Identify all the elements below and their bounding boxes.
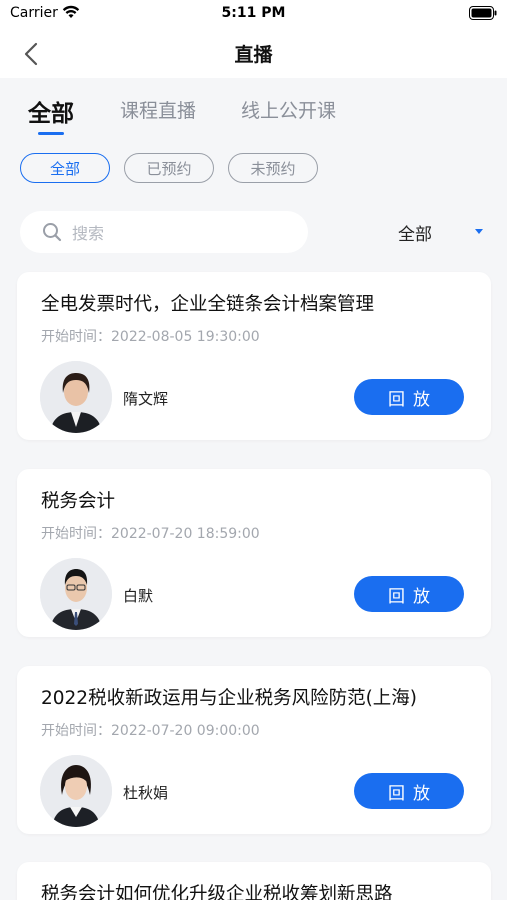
course-card[interactable]: 税务会计 开始时间：2022-07-20 18:59:00 白默 回放 bbox=[17, 469, 491, 637]
course-card[interactable]: 2022税收新政运用与企业税务风险防范(上海) 开始时间：2022-07-20 … bbox=[17, 666, 491, 834]
course-title: 税务会计 bbox=[41, 491, 116, 512]
speaker-photo-icon bbox=[40, 361, 112, 433]
avatar bbox=[40, 755, 112, 827]
active-tab-indicator bbox=[38, 132, 64, 135]
tab-course-live[interactable]: 课程直播 bbox=[120, 96, 196, 123]
filter-dropdown[interactable]: 全部 bbox=[398, 220, 432, 245]
course-start-time: 开始时间：2022-07-20 18:59:00 bbox=[41, 526, 260, 542]
course-title: 2022税收新政运用与企业税务风险防范(上海) bbox=[41, 688, 418, 709]
search-icon bbox=[43, 223, 62, 242]
tab-all[interactable]: 全部 bbox=[28, 94, 74, 128]
course-title: 全电发票时代，企业全链条会计档案管理 bbox=[41, 294, 375, 315]
status-bar: Carrier 5:11 PM bbox=[0, 0, 507, 28]
avatar bbox=[40, 361, 112, 433]
replay-button[interactable]: 回放 bbox=[354, 773, 464, 809]
course-start-time: 开始时间：2022-07-20 09:00:00 bbox=[41, 723, 260, 739]
page-title: 直播 bbox=[234, 44, 273, 66]
search-input[interactable]: 搜索 bbox=[20, 211, 308, 253]
nav-bar: 直播 bbox=[0, 28, 507, 78]
chip-booked[interactable]: 已预约 bbox=[124, 153, 214, 183]
chip-not-booked[interactable]: 未预约 bbox=[228, 153, 318, 183]
replay-button[interactable]: 回放 bbox=[354, 576, 464, 612]
clock: 5:11 PM bbox=[221, 5, 286, 21]
search-placeholder: 搜索 bbox=[72, 224, 105, 243]
speaker-name: 白默 bbox=[123, 587, 154, 605]
filter-area: 全部 课程直播 线上公开课 全部 已预约 未预约 bbox=[0, 78, 507, 200]
speaker-name: 杜秋娟 bbox=[123, 784, 169, 802]
course-start-time: 开始时间：2022-08-05 19:30:00 bbox=[41, 329, 260, 345]
speaker-photo-icon bbox=[40, 558, 112, 630]
dropdown-caret-icon[interactable] bbox=[475, 229, 483, 234]
course-card[interactable]: 税务会计如何优化升级企业税收筹划新思路 bbox=[17, 862, 491, 900]
speaker-name: 隋文辉 bbox=[123, 390, 169, 408]
replay-button[interactable]: 回放 bbox=[354, 379, 464, 415]
course-card[interactable]: 全电发票时代，企业全链条会计档案管理 开始时间：2022-08-05 19:30… bbox=[17, 272, 491, 440]
battery-icon bbox=[469, 6, 497, 20]
tab-open-class[interactable]: 线上公开课 bbox=[241, 96, 336, 123]
course-title: 税务会计如何优化升级企业税收筹划新思路 bbox=[41, 884, 393, 900]
speaker-photo-icon bbox=[40, 755, 112, 827]
avatar bbox=[40, 558, 112, 630]
chip-all[interactable]: 全部 bbox=[20, 153, 110, 183]
live-screen: Carrier 5:11 PM 直播 全部 课程直播 线上公开课 全部 已预约 … bbox=[0, 0, 507, 900]
